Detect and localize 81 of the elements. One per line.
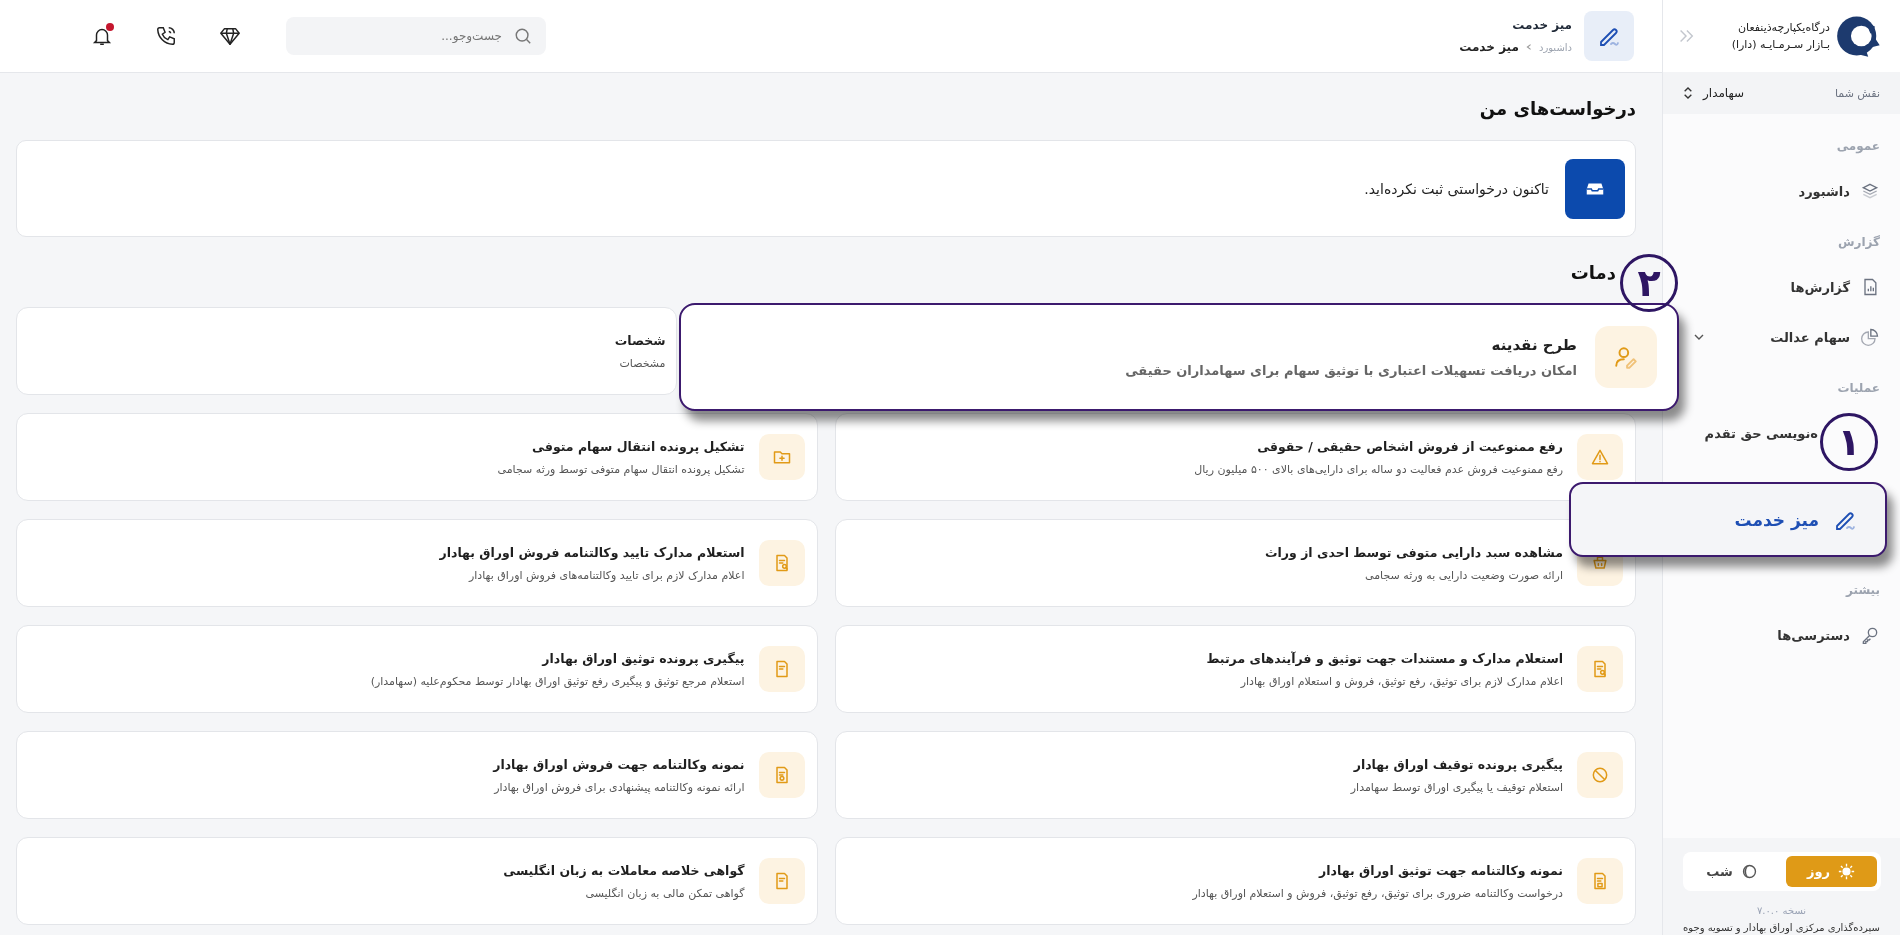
nav-item[interactable]: گزارش‌ها: [1681, 262, 1892, 312]
card-title: نمونه وکالتنامه جهت فروش اوراق بهادار: [493, 756, 745, 772]
card-title: شخصات: [614, 332, 666, 348]
step-number-circle: ۱: [1820, 413, 1878, 471]
service-card[interactable]: رفع ممنوعیت از فروش اشخاص حقیقی / حقوقی رفع ممنوعیت فروش عدم فعالیت دو ساله برای دارایی‌های بالای ۵۰۰ میلیون ریال: [834, 413, 1636, 501]
card-title: گواهی خلاصه معاملات به زبان انگلیسی: [503, 862, 745, 878]
service-card[interactable]: مشاهده سبد دارایی متوفی توسط احدی از وراث ارائه صورت وضعیت دارایی به ورثه سجامی: [834, 519, 1636, 607]
sun-icon: [1838, 863, 1856, 880]
phone-icon: [155, 25, 177, 47]
search-field[interactable]: جست‌وجو...: [286, 17, 546, 55]
card-title: تشکیل پرونده انتقال سهام متوفی: [531, 438, 745, 454]
user-pen-icon: [1613, 344, 1639, 370]
brand-subtitle: بـازار سـرمـایـه (دارا): [1730, 38, 1830, 51]
footer-text: سپرده‌گذاری مرکزی اوراق بهادار و تسویه وجوه: [1683, 922, 1880, 933]
card-description: امکان دریافت تسهیلات اعتباری با توثیق سهام برای سهامداران حقیقی: [1125, 363, 1577, 378]
card-title: پیگیری پرونده توقیف اوراق بهادار: [1352, 756, 1563, 772]
search-icon: [514, 27, 532, 45]
card-title: طرح نقدینه: [1490, 336, 1577, 354]
ban-icon: [1590, 765, 1610, 785]
card-title: استعلام مدارک و مستندات جهت توثیق و فرآیندهای مرتبط: [1206, 650, 1563, 666]
card-description: اعلام مدارک لازم برای تایید وکالتنامه‌های فروش اوراق بهادار: [467, 568, 745, 582]
nav-item-label: سهام عدالت: [1770, 329, 1850, 345]
nav-item-label: دسترسی‌ها: [1777, 627, 1850, 643]
nav-item-tooltip[interactable]: میز خدمت: [1569, 482, 1887, 557]
card-description: ارائه صورت وضعیت دارایی به ورثه سجامی: [1364, 568, 1563, 582]
chevron-icon: [1524, 43, 1533, 51]
logo-icon: [1836, 13, 1882, 59]
key-icon: [1860, 625, 1880, 645]
brand-name: درگاه‌یکپارچه‌ذینفعان: [1737, 21, 1830, 34]
nav-item-label: داشبورد: [1798, 183, 1850, 199]
theme-option[interactable]: شب: [1686, 856, 1778, 887]
section-label: بیشتر: [1844, 582, 1881, 599]
page-title: میز خدمت: [1511, 18, 1572, 32]
double-chevron-icon: [1677, 27, 1695, 45]
version-text: نسخه ۷.۰.۰: [1756, 905, 1807, 916]
card-description: درخواست وکالتنامه ضروری برای توثیق، رفع توثیق، فروش و استعلام اوراق بهادار: [1192, 886, 1563, 900]
nav-item-label: ه‌نویسی حق تقدم: [1704, 425, 1818, 441]
section-title: دمات: [1569, 261, 1617, 285]
section-label: عملیات: [1836, 380, 1881, 397]
role-label: نقش شما: [1834, 86, 1880, 100]
role-selector[interactable]: سهامدار: [1677, 85, 1751, 101]
service-card[interactable]: استعلام مدارک و مستندات جهت توثیق و فرآیندهای مرتبط اعلام مدارک لازم برای توثیق، رفع توثیق، فروش و استعلام اوراق بهادار: [834, 625, 1636, 713]
card-description: استعلام مرجع توثیق و پیگیری رفع توثیق اوراق بهادار توسط محکوم‌علیه (سهامدار): [370, 674, 745, 688]
service-card[interactable]: نمونه وکالتنامه جهت فروش اوراق بهادار ارائه نمونه وکالتنامه پیشنهادی برای فروش اوراق بهادار: [16, 731, 818, 819]
diamond-icon: [219, 25, 241, 47]
card-title: استعلام مدارک تایید وکالتنامه فروش اوراق بهادار: [439, 544, 745, 560]
service-card[interactable]: پیگیری پرونده توثیق اوراق بهادار استعلام مرجع توثیق و پیگیری رفع توثیق اوراق بهادار توسط محکوم‌علیه (سهامدار): [16, 625, 818, 713]
nav-item[interactable]: داشبورد: [1681, 166, 1892, 216]
card-title: مشاهده سبد دارایی متوفی توسط احدی از وراث: [1265, 544, 1563, 560]
nav-item-label: گزارش‌ها: [1790, 279, 1850, 295]
card-description: گواهی تمکن مالی به زبان انگلیسی: [584, 886, 745, 900]
card-description: رفع ممنوعیت فروش عدم فعالیت دو ساله برای دارایی‌های بالای ۵۰۰ میلیون ریال: [1194, 462, 1563, 476]
service-card[interactable]: تشکیل پرونده انتقال سهام متوفی تشکیل پرونده انتقال سهام متوفی توسط ورثه سجامی: [16, 413, 818, 501]
pie-chart-icon: [1860, 327, 1880, 347]
card-description: تشکیل پرونده انتقال سهام متوفی توسط ورثه سجامی: [497, 462, 745, 476]
card-title: رفع ممنوعیت از فروش اشخاص حقیقی / حقوقی: [1256, 438, 1563, 454]
moon-icon: [1740, 863, 1758, 880]
service-card[interactable]: استعلام مدارک تایید وکالتنامه فروش اوراق بهادار اعلام مدارک لازم برای تایید وکالتنامه‌های فروش اوراق بهادار: [16, 519, 818, 607]
card-title: نمونه وکالتنامه جهت توثیق اوراق بهادار: [1317, 862, 1563, 878]
service-card-tooltip[interactable]: طرح نقدینه امکان دریافت تسهیلات اعتباری با توثیق سهام برای سهامداران حقیقی: [678, 303, 1679, 411]
nav-item[interactable]: سهام عدالت: [1681, 312, 1892, 362]
nav-item[interactable]: دسترسی‌ها: [1681, 610, 1892, 660]
card-description: مشخصات: [618, 356, 666, 370]
section-label: گزارش: [1836, 234, 1881, 251]
section-label: عمومی: [1835, 138, 1881, 156]
card-description: اعلام مدارک لازم برای توثیق، رفع توثیق، فروش و استعلام اوراق بهادار: [1239, 674, 1563, 688]
updown-icon: [1683, 86, 1693, 100]
service-card[interactable]: پیگیری پرونده توقیف اوراق بهادار استعلام توقیف یا پیگیری اوراق توسط سهامدار: [834, 731, 1636, 819]
breadcrumb-item: میز خدمت: [1459, 40, 1519, 54]
nav-item[interactable]: ه‌نویسی حق تقدم: [1681, 408, 1818, 458]
highlighted-nav-label: میز خدمت: [1734, 509, 1819, 530]
empty-message: تاکنون درخواستی ثبت نکرده‌اید.: [1364, 180, 1549, 197]
layers-icon: [1860, 181, 1880, 201]
service-card[interactable]: گواهی خلاصه معاملات به زبان انگلیسی گواهی تمکن مالی به زبان انگلیسی: [16, 837, 818, 925]
card-description: ارائه نمونه وکالتنامه پیشنهادی برای فروش اوراق بهادار: [493, 780, 745, 794]
card-description: استعلام توقیف یا پیگیری اوراق توسط سهامدار: [1350, 780, 1563, 794]
service-card[interactable]: شخصات مشخصات: [16, 307, 677, 395]
service-card[interactable]: نمونه وکالتنامه جهت توثیق اوراق بهادار درخواست وکالتنامه ضروری برای توثیق، رفع توثیق، فروش و استعلام اوراق بهادار: [834, 837, 1636, 925]
card-title: پیگیری پرونده توثیق اوراق بهادار: [540, 650, 745, 666]
section-title: درخواست‌های من: [1478, 97, 1636, 121]
warning-icon: [1590, 447, 1610, 467]
